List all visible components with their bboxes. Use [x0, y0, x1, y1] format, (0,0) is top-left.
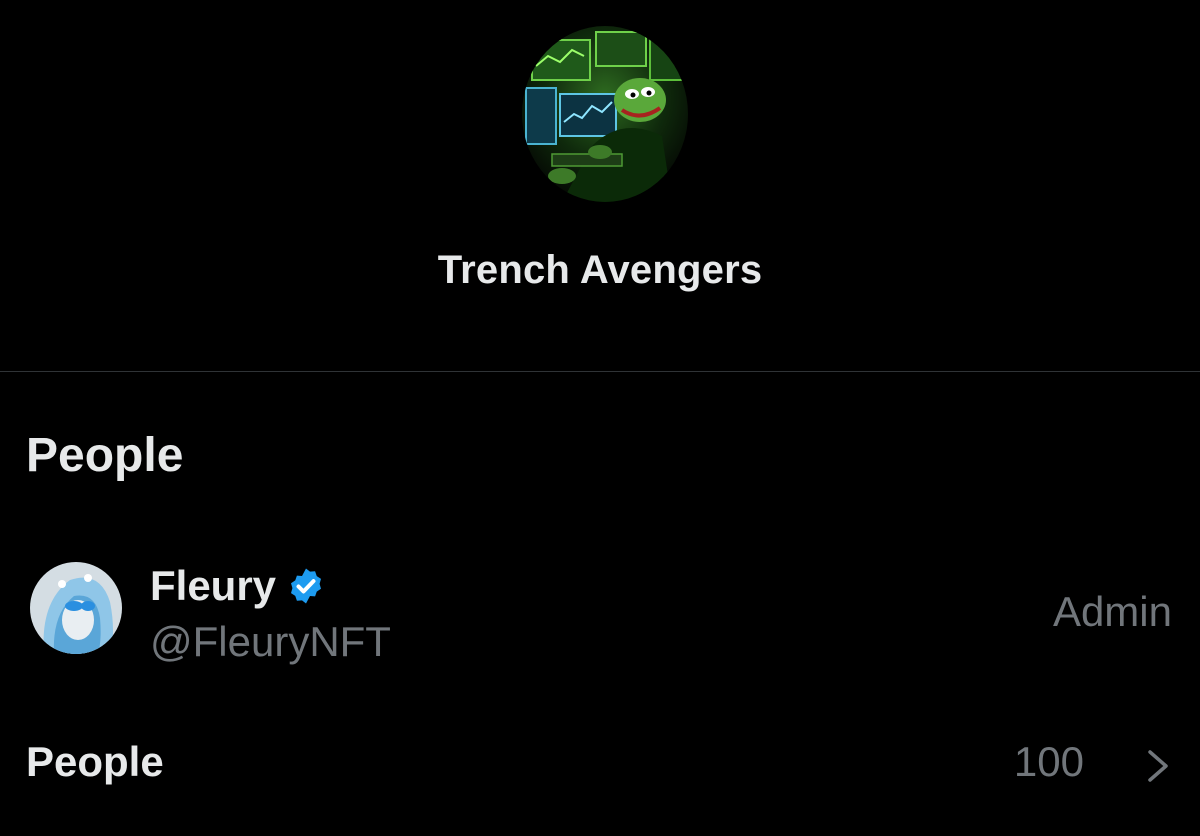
divider — [0, 371, 1200, 372]
group-avatar-image — [522, 26, 688, 202]
avatar[interactable] — [30, 562, 122, 654]
chevron-right-icon — [1148, 750, 1168, 782]
people-count: 100 — [1013, 738, 1084, 785]
group-info-page: Trench Avengers People Fleury @FleuryNFT… — [0, 0, 1200, 836]
group-name: Trench Avengers — [437, 248, 763, 292]
verified-badge-icon — [291, 568, 322, 604]
group-avatar[interactable] — [522, 26, 688, 202]
people-label: People — [26, 738, 164, 785]
member-role-badge: Admin — [1052, 588, 1172, 635]
member-row[interactable]: Fleury @FleuryNFT Admin — [0, 548, 1200, 678]
member-name-line: Fleury — [150, 562, 326, 610]
member-avatar-image — [30, 562, 122, 654]
member-name: Fleury — [150, 562, 277, 609]
section-heading-people: People — [26, 429, 184, 482]
member-handle: @FleuryNFT — [150, 618, 391, 665]
people-list-link[interactable]: People 100 — [0, 730, 1200, 800]
